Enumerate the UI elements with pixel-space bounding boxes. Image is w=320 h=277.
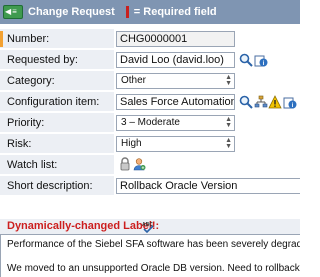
- risk-select[interactable]: High ▲ ▼: [116, 136, 235, 152]
- requested-by-field[interactable]: David Loo (david.loo): [116, 52, 235, 68]
- number-label: Number:: [0, 29, 114, 49]
- required-field-legend: = Required field: [133, 6, 217, 18]
- dropdown-arrow-icon: ▲ ▼: [225, 74, 232, 87]
- priority-label: Priority:: [0, 113, 114, 133]
- category-label: Category:: [0, 71, 114, 91]
- back-arrow-icon: ◀: [5, 7, 12, 16]
- tree-icon[interactable]: [254, 95, 268, 109]
- risk-label: Risk:: [0, 134, 114, 154]
- requested-by-label: Requested by:: [0, 50, 114, 70]
- number-field[interactable]: CHG0000001: [116, 31, 235, 47]
- dropdown-arrow-icon: ▲ ▼: [225, 137, 232, 150]
- short-description-label: Short description:: [0, 176, 114, 196]
- watch-list-label: Watch list:: [0, 155, 114, 175]
- user-add-icon[interactable]: +: [132, 157, 146, 171]
- warning-icon[interactable]: [268, 95, 282, 109]
- priority-select[interactable]: 3 – Moderate ▲ ▼: [116, 115, 235, 131]
- reference-info-icon[interactable]: i: [283, 95, 297, 109]
- search-icon[interactable]: [239, 53, 253, 67]
- required-indicator-legend: [125, 6, 129, 18]
- category-select[interactable]: Other ▲ ▼: [116, 73, 235, 89]
- description-textarea[interactable]: Performance of the Siebel SFA software h…: [0, 234, 300, 277]
- back-button[interactable]: ◀ ≡: [3, 5, 23, 19]
- search-icon[interactable]: [239, 95, 253, 109]
- required-indicator: [0, 31, 3, 47]
- spell-check-icon[interactable]: ABC: [141, 220, 155, 234]
- configuration-item-label: Configuration item:: [0, 92, 114, 112]
- context-menu-icon: ≡: [12, 7, 17, 16]
- dynamic-label: Dynamically-changed Label!:: [7, 220, 160, 232]
- lock-icon[interactable]: [118, 157, 132, 171]
- description-line: Performance of the Siebel SFA software h…: [7, 239, 300, 250]
- svg-text:+: +: [142, 165, 145, 171]
- short-description-field[interactable]: Rollback Oracle Version: [116, 178, 300, 194]
- description-line: We moved to an unsupported Oracle DB ver…: [7, 263, 300, 274]
- dropdown-arrow-icon: ▲ ▼: [225, 116, 232, 129]
- form-title: Change Request: [28, 6, 115, 18]
- configuration-item-field[interactable]: Sales Force Automation: [116, 94, 235, 110]
- dynamic-label-row: Dynamically-changed Label!: ABC: [0, 219, 300, 234]
- reference-info-icon[interactable]: i: [254, 53, 268, 67]
- form-header: ◀ ≡ Change Request = Required field: [0, 0, 300, 24]
